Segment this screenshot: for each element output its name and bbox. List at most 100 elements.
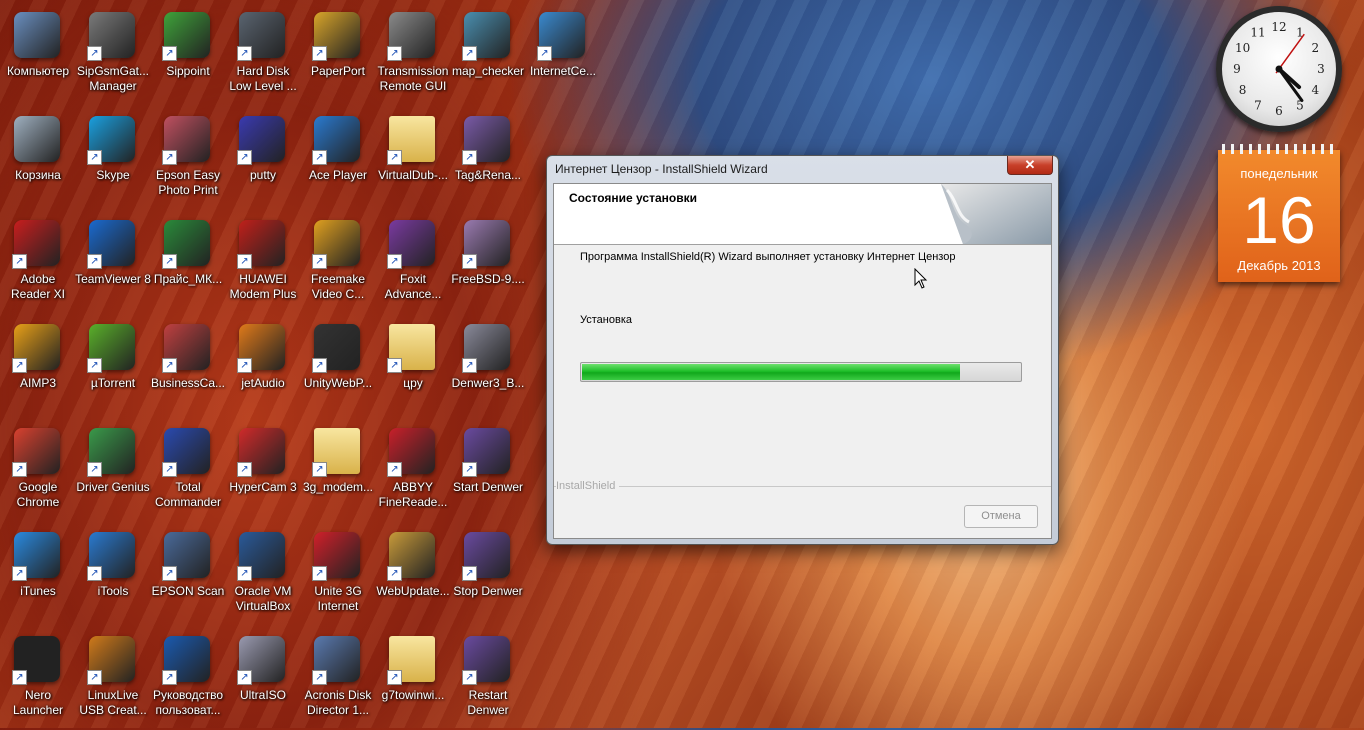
desktop-icon-jetaudio[interactable]: ↗ jetAudio <box>225 318 301 418</box>
desktop-icon-linuxlive[interactable]: ↗ LinuxLive USB Creat... <box>75 630 151 730</box>
installshield-wizard-window[interactable]: Интернет Цензор - InstallShield Wizard ✕… <box>546 155 1059 545</box>
desktop-icon-epson-photo[interactable]: ↗ Epson Easy Photo Print <box>150 110 226 210</box>
clock-numeral: 8 <box>1239 83 1247 97</box>
desktop-icon-foxit[interactable]: ↗ Foxit Advance... <box>375 214 451 314</box>
shortcut-arrow-icon: ↗ <box>462 462 477 477</box>
desktop-icon-label: Freemake Video C... <box>310 272 366 301</box>
desktop-icon-hypercam[interactable]: ↗ HyperCam 3 <box>225 422 301 522</box>
cancel-button[interactable]: Отмена <box>964 505 1038 528</box>
desktop-icon-folder[interactable]: ↗ цру <box>375 318 451 418</box>
shortcut-arrow-icon: ↗ <box>12 670 27 685</box>
desktop-icon-label: VirtualDub-... <box>378 168 448 182</box>
shortcut-arrow-icon: ↗ <box>237 46 252 61</box>
desktop-icon-huawei[interactable]: ↗ HUAWEI Modem Plus <box>225 214 301 314</box>
desktop-icon-tag-rename[interactable]: ↗ Tag&Rena... <box>450 110 526 210</box>
calendar-day: 16 <box>1242 183 1316 257</box>
shortcut-arrow-icon: ↗ <box>87 46 102 61</box>
desktop-icon-folder[interactable]: ↗ g7towinwi... <box>375 630 451 730</box>
desktop-icon-teamviewer[interactable]: ↗ TeamViewer 8 <box>75 214 151 314</box>
desktop-icon-ultraiso[interactable]: ↗ UltraISO <box>225 630 301 730</box>
shortcut-arrow-icon: ↗ <box>12 462 27 477</box>
calendar-weekday: понедельник <box>1240 166 1318 181</box>
clock-numeral: 9 <box>1233 62 1241 76</box>
desktop-icon-label: Stop Denwer <box>453 584 523 598</box>
desktop-icon-label: Epson Easy Photo Print <box>155 168 221 197</box>
shortcut-arrow-icon: ↗ <box>387 254 402 269</box>
desktop-icon-aimp[interactable]: ↗ AIMP3 <box>0 318 76 418</box>
calendar-gadget[interactable]: понедельник 16 Декабрь 2013 <box>1218 144 1340 282</box>
desktop-icon-label: Transmission Remote GUI <box>377 64 449 93</box>
desktop-icon-internet-censor[interactable]: ↗ InternetCe... <box>525 6 601 106</box>
desktop-icon-adobe-reader[interactable]: ↗ Adobe Reader XI <box>0 214 76 314</box>
desktop-icon-sippoint[interactable]: ↗ Sippoint <box>150 6 226 106</box>
desktop-icon-webupdate[interactable]: ↗ WebUpdate... <box>375 526 451 626</box>
desktop-icon-label: Nero Launcher <box>12 688 64 717</box>
calendar-month-year: Декабрь 2013 <box>1237 258 1321 273</box>
desktop-icon-itunes[interactable]: ↗ iTunes <box>0 526 76 626</box>
window-close-button[interactable]: ✕ <box>1007 156 1053 175</box>
desktop-icon-label: Руководство пользоват... <box>152 688 224 717</box>
desktop-icon-folder[interactable]: ↗ VirtualDub-... <box>375 110 451 210</box>
desktop-icon-virtualbox[interactable]: ↗ Oracle VM VirtualBox <box>225 526 301 626</box>
desktop-icon-chrome[interactable]: ↗ Google Chrome <box>0 422 76 522</box>
desktop-icon-freemake[interactable]: ↗ Freemake Video C... <box>300 214 376 314</box>
desktop-icon-label: цру <box>403 376 423 390</box>
wizard-header: Состояние установки <box>554 184 1051 245</box>
desktop-icon-total-commander[interactable]: ↗ Total Commander <box>150 422 226 522</box>
desktop-icon-abbyy[interactable]: ↗ ABBYY FineReade... <box>375 422 451 522</box>
desktop-icon-nero[interactable]: ↗ Nero Launcher <box>0 630 76 730</box>
desktop-icon-acronis[interactable]: ↗ Acronis Disk Director 1... <box>300 630 376 730</box>
desktop-icon-manual[interactable]: ↗ Руководство пользоват... <box>150 630 226 730</box>
shortcut-arrow-icon: ↗ <box>87 254 102 269</box>
desktop-icon-denwer[interactable]: ↗ Denwer3_B... <box>450 318 526 418</box>
desktop-icon-excel-file[interactable]: ↗ Прайс_МК... <box>150 214 226 314</box>
desktop-icon-label: putty <box>249 168 276 182</box>
desktop-icon-skype[interactable]: ↗ Skype <box>75 110 151 210</box>
clock-numeral: 6 <box>1275 104 1283 118</box>
shortcut-arrow-icon: ↗ <box>237 254 252 269</box>
desktop-icon-start-denwer[interactable]: ↗ Start Denwer <box>450 422 526 522</box>
desktop-icon-map-checker[interactable]: ↗ map_checker <box>450 6 526 106</box>
page-curl-icon <box>941 184 1051 244</box>
clock-numeral: 3 <box>1317 62 1325 76</box>
desktop-icon-putty[interactable]: ↗ putty <box>225 110 301 210</box>
install-progress-bar <box>580 362 1022 382</box>
shortcut-arrow-icon: ↗ <box>162 358 177 373</box>
shortcut-arrow-icon: ↗ <box>237 462 252 477</box>
shortcut-arrow-icon: ↗ <box>312 46 327 61</box>
desktop-icon-label: Denwer3_B... <box>451 376 525 390</box>
shortcut-arrow-icon: ↗ <box>387 46 402 61</box>
calendar-rings <box>1222 144 1336 154</box>
desktop-icon-transmission[interactable]: ↗ Transmission Remote GUI <box>375 6 451 106</box>
computer-icon <box>14 12 60 58</box>
desktop-icon-ace-player[interactable]: ↗ Ace Player <box>300 110 376 210</box>
desktop-icon-label: Restart Denwer <box>467 688 509 717</box>
clock-numeral: 10 <box>1235 41 1250 55</box>
desktop-icon-recycle-bin[interactable]: Корзина <box>0 110 76 210</box>
clock-numeral: 7 <box>1254 98 1262 112</box>
desktop-icon-label: PaperPort <box>310 64 366 78</box>
desktop-icon-unity[interactable]: ↗ UnityWebP... <box>300 318 376 418</box>
desktop-icon-stop-denwer[interactable]: ↗ Stop Denwer <box>450 526 526 626</box>
desktop-icon-computer[interactable]: Компьютер <box>0 6 76 106</box>
desktop-icon-utorrent[interactable]: ↗ µTorrent <box>75 318 151 418</box>
desktop-icon-epson-scan[interactable]: ↗ EPSON Scan <box>150 526 226 626</box>
desktop-icon-restart-denwer[interactable]: ↗ Restart Denwer <box>450 630 526 730</box>
desktop-icon-driver-genius[interactable]: ↗ Driver Genius <box>75 422 151 522</box>
desktop-icon-folder[interactable]: ↗ 3g_modem... <box>300 422 376 522</box>
desktop-icon-itools[interactable]: ↗ iTools <box>75 526 151 626</box>
desktop-icon-sipgsm[interactable]: ↗ SipGsmGat... Manager <box>75 6 151 106</box>
shortcut-arrow-icon: ↗ <box>312 254 327 269</box>
desktop-icon-hdd[interactable]: ↗ Hard Disk Low Level ... <box>225 6 301 106</box>
desktop-icon-label: 3g_modem... <box>302 480 374 494</box>
desktop-icon-unite-3g[interactable]: ↗ Unite 3G Internet <box>300 526 376 626</box>
desktop-icon-disc-image[interactable]: ↗ FreeBSD-9.... <box>450 214 526 314</box>
shortcut-arrow-icon: ↗ <box>462 254 477 269</box>
desktop-icon-businesscard[interactable]: ↗ BusinessCa... <box>150 318 226 418</box>
desktop-icon-paperport[interactable]: ↗ PaperPort <box>300 6 376 106</box>
desktop-icon-label: HyperCam 3 <box>229 480 297 494</box>
shortcut-arrow-icon: ↗ <box>462 358 477 373</box>
shortcut-arrow-icon: ↗ <box>312 566 327 581</box>
installshield-brand: InstallShield <box>556 480 620 492</box>
clock-gadget[interactable]: 1 2 3 4 5 6 7 8 9 10 11 12 <box>1216 6 1342 132</box>
